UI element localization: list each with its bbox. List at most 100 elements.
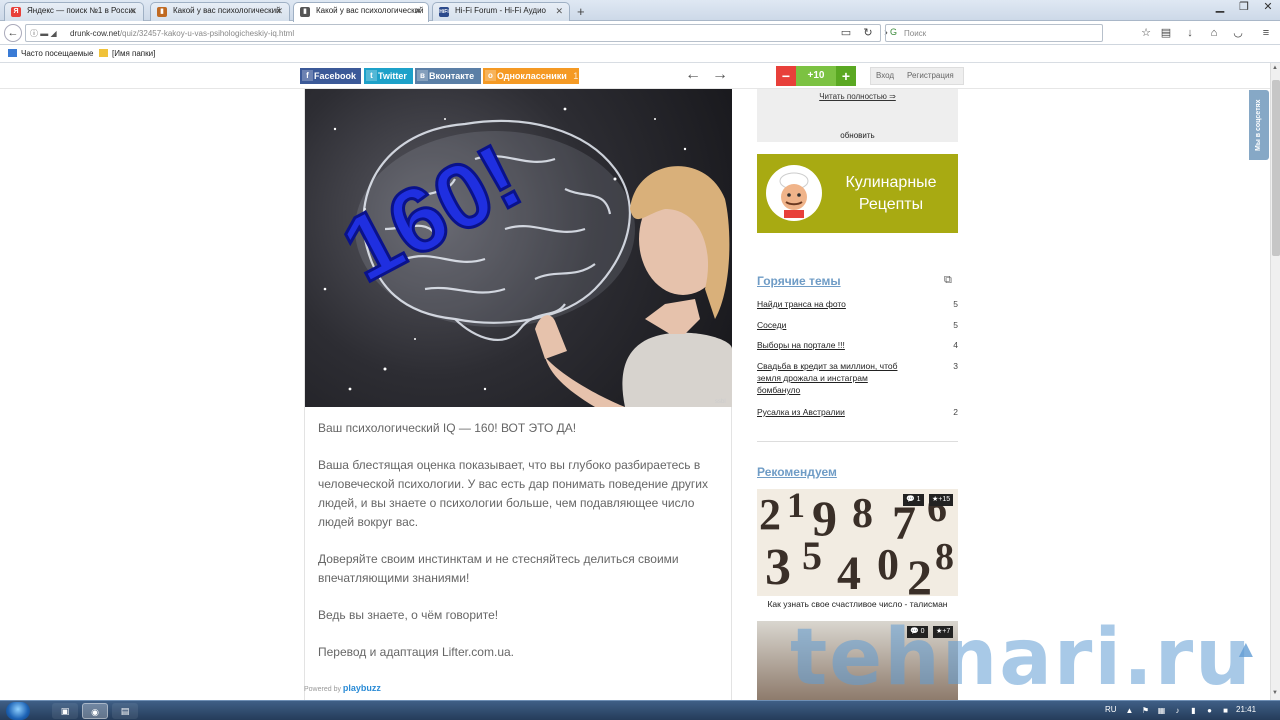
clock[interactable]: 21:41 xyxy=(1236,705,1256,714)
address-bar[interactable]: ⓘ ▬ ◢ drunk-cow.net/quiz/32457-kakoy-u-v… xyxy=(25,24,888,42)
scrollbar[interactable]: ▲ ▼ xyxy=(1270,63,1280,700)
search-engine-icon[interactable]: G xyxy=(890,27,897,37)
result-paragraph: Ведь вы знаете, о чём говорите! xyxy=(318,608,499,622)
register-link[interactable]: Регистрация xyxy=(907,68,954,84)
hot-topic-item[interactable]: Русалка из Австралии 2 xyxy=(757,406,958,418)
vote-down-button[interactable]: − xyxy=(776,66,796,86)
app-taskbar-icon[interactable]: ▤ xyxy=(112,703,138,719)
hot-topic-title: Русалка из Австралии xyxy=(757,407,845,417)
rating-value: +15 xyxy=(938,496,951,503)
tray-arrow-icon[interactable]: ▲ xyxy=(1124,705,1135,716)
tab-quiz-1[interactable]: ▮ Какой у вас психологический IQ ✕ xyxy=(150,2,290,21)
odnoklassniki-share-button[interactable]: o Одноклассники 1 xyxy=(483,68,579,84)
tab-hifi-forum[interactable]: HiFi Hi-Fi Forum - Hi-Fi Аудио ✕ xyxy=(432,2,570,21)
read-more-link[interactable]: Читать полностью ⇒ xyxy=(757,92,958,101)
share-label: Facebook xyxy=(314,71,357,81)
hot-topic-item[interactable]: Выборы на портале !!! 4 xyxy=(757,339,958,351)
new-tab-button[interactable]: + xyxy=(577,4,585,19)
copy-icon[interactable]: ⧉ xyxy=(944,274,952,287)
bookmarks-icon[interactable]: ▤ xyxy=(1158,25,1174,41)
tray-volume-icon[interactable]: ♪ xyxy=(1172,705,1183,716)
hot-topic-count: 3 xyxy=(953,361,958,371)
bookmarks-bar: Часто посещаемые [Имя папки] xyxy=(0,45,1280,63)
close-window-icon[interactable]: ✕ xyxy=(1256,0,1280,14)
share-label: Вконтакте xyxy=(429,71,475,81)
taskbar: ▣ ◉ ▤ RU ▲ ⚑ ▦ ♪ ▮ ● ■ 21:41 xyxy=(0,700,1280,720)
svg-text:5: 5 xyxy=(802,533,822,578)
recommendation-caption[interactable]: Как узнать свое счастливое число - талис… xyxy=(757,599,958,609)
browser-tab-strip: Я Яндекс — поиск №1 в России ✕ ▮ Какой у… xyxy=(0,0,1280,22)
image-credit: ssbl xyxy=(715,399,726,405)
bookmark-most-visited[interactable]: Часто посещаемые xyxy=(8,49,93,58)
quiz-favicon-icon: ▮ xyxy=(300,7,310,17)
menu-icon[interactable]: ≡ xyxy=(1258,25,1274,41)
tab-close-icon[interactable]: ✕ xyxy=(129,6,137,17)
tray-flag-icon[interactable]: ⚑ xyxy=(1140,705,1151,716)
minimize-icon[interactable]: ▁ xyxy=(1208,0,1232,14)
language-indicator[interactable]: RU xyxy=(1105,705,1117,714)
back-icon[interactable]: ← xyxy=(4,24,22,42)
tab-close-icon[interactable]: ✕ xyxy=(275,6,283,17)
recommendation-image[interactable]: 21 98 76 35 40 28 💬 1 ★+15 xyxy=(757,489,958,596)
vote-up-button[interactable]: + xyxy=(836,66,856,86)
navigation-bar: ← ⓘ ▬ ◢ drunk-cow.net/quiz/32457-kakoy-u… xyxy=(0,21,1280,45)
tab-close-icon[interactable]: ✕ xyxy=(555,6,563,17)
tray-power-icon[interactable]: ▮ xyxy=(1188,705,1199,716)
reader-icon[interactable]: ▭ xyxy=(838,25,854,41)
login-link[interactable]: Вход xyxy=(876,68,894,84)
bookmark-folder[interactable]: [Имя папки] xyxy=(99,49,155,58)
star-icon[interactable]: ☆ xyxy=(1138,25,1154,41)
powered-by[interactable]: Powered by playbuzz xyxy=(304,683,381,693)
hot-topics-title[interactable]: Горячие темы xyxy=(757,274,841,288)
next-arrow-icon[interactable]: → xyxy=(712,66,728,84)
tab-title: Какой у вас психологический IQ xyxy=(316,6,424,15)
firefox-taskbar-icon[interactable]: ◉ xyxy=(82,703,108,719)
hot-topic-item[interactable]: Соседи 5 xyxy=(757,319,958,331)
url-text: drunk-cow.net/quiz/32457-kakoy-u-vas-psi… xyxy=(70,29,295,38)
download-icon[interactable]: ↓ xyxy=(1182,25,1198,41)
site-info-icon[interactable]: ⓘ ▬ ◢ xyxy=(30,28,57,39)
chef-icon xyxy=(766,165,822,221)
auth-box: Вход Регистрация xyxy=(870,67,964,85)
vkontakte-share-button[interactable]: в Вконтакте xyxy=(415,68,481,84)
tab-close-icon[interactable]: ✕ xyxy=(414,6,422,17)
svg-text:2: 2 xyxy=(907,549,932,596)
tray-app-icon[interactable]: ● xyxy=(1204,705,1215,716)
maximize-icon[interactable]: ❐ xyxy=(1232,0,1256,14)
pocket-icon[interactable]: ◡ xyxy=(1230,25,1246,41)
tab-title: Какой у вас психологический IQ xyxy=(173,6,281,15)
scroll-down-icon[interactable]: ▼ xyxy=(1272,690,1278,696)
svg-text:3: 3 xyxy=(765,539,791,596)
scroll-thumb[interactable] xyxy=(1272,80,1280,256)
explorer-taskbar-icon[interactable]: ▣ xyxy=(52,703,78,719)
start-button[interactable] xyxy=(6,702,30,720)
tray-app-icon[interactable]: ■ xyxy=(1220,705,1231,716)
hot-topic-title: Выборы на портале !!! xyxy=(757,340,845,350)
svg-text:1: 1 xyxy=(787,489,805,525)
social-tab[interactable]: Мы в соцсетях xyxy=(1249,90,1269,160)
recommend-title[interactable]: Рекомендуем xyxy=(757,465,837,479)
bookmark-label: [Имя папки] xyxy=(112,49,156,58)
reload-icon[interactable]: ↻ xyxy=(860,25,876,41)
tray-network-icon[interactable]: ▦ xyxy=(1156,705,1167,716)
scroll-up-icon[interactable]: ▲ xyxy=(1272,65,1278,71)
refresh-link[interactable]: обновить xyxy=(757,131,958,140)
hot-topic-count: 2 xyxy=(953,407,958,417)
powered-by-label: Powered by xyxy=(304,686,341,693)
prev-arrow-icon[interactable]: ← xyxy=(685,66,701,84)
brain-illustration: 160! ssbl xyxy=(323,107,732,407)
folder-icon xyxy=(99,49,108,57)
tab-yandex[interactable]: Я Яндекс — поиск №1 в России ✕ xyxy=(4,2,144,21)
search-input[interactable]: G Поиск xyxy=(885,24,1103,42)
hot-topic-count: 5 xyxy=(953,320,958,330)
comment-count: 1 xyxy=(916,496,921,503)
culinary-banner[interactable]: Кулинарные Рецепты xyxy=(757,154,958,233)
hot-topic-item[interactable]: Свадьба в кредит за миллион, чтоб земля … xyxy=(757,360,958,396)
vote-score: +10 xyxy=(796,66,836,86)
tab-quiz-active[interactable]: ▮ Какой у вас психологический IQ ✕ xyxy=(293,2,429,22)
facebook-share-button[interactable]: f Facebook xyxy=(300,68,361,84)
hot-topic-item[interactable]: Найди транса на фото 5 xyxy=(757,298,958,310)
translation-credit: Перевод и адаптация Lifter.com.ua. xyxy=(318,645,514,659)
home-icon[interactable]: ⌂ xyxy=(1206,25,1222,41)
twitter-share-button[interactable]: t Twitter xyxy=(364,68,413,84)
